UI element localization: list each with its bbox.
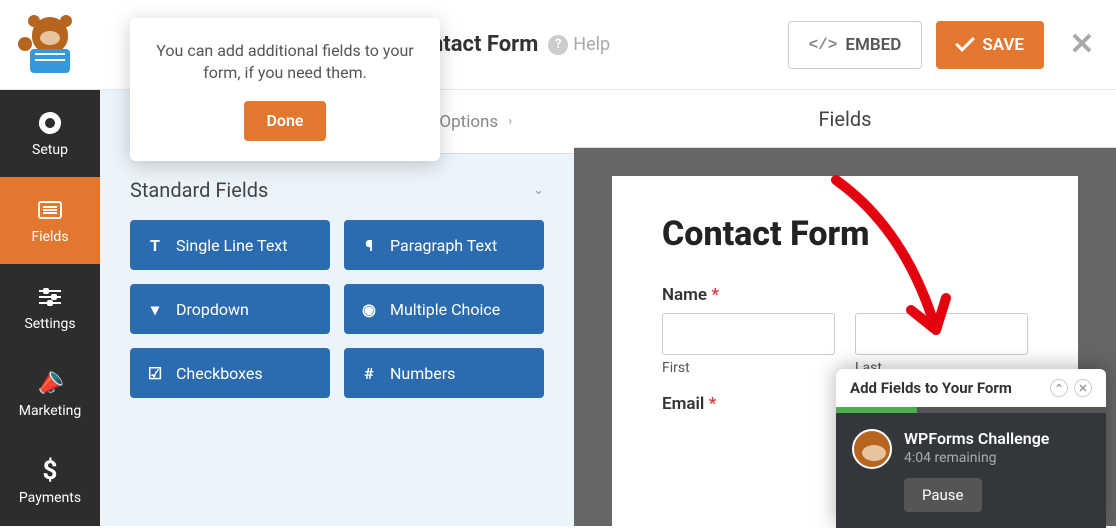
challenge-avatar <box>852 429 892 469</box>
sidebar-item-setup[interactable]: Setup <box>0 90 100 177</box>
save-button[interactable]: SAVE <box>936 21 1044 69</box>
challenge-title: WPForms Challenge <box>904 429 1049 448</box>
minimize-icon[interactable]: ⌃ <box>1050 379 1068 397</box>
field-paragraph-text[interactable]: ¶Paragraph Text <box>344 220 544 270</box>
first-sublabel: First <box>662 360 835 376</box>
embed-icon: </> <box>809 36 838 54</box>
last-name-input[interactable] <box>855 313 1028 355</box>
field-buttons: TSingle Line Text ¶Paragraph Text ▾Dropd… <box>100 220 574 398</box>
sidebar-item-marketing[interactable]: 📣 Marketing <box>0 351 100 438</box>
first-name-input[interactable] <box>662 313 835 355</box>
sidebar-item-payments[interactable]: $ Payments <box>0 438 100 525</box>
form-title[interactable]: Contact Form <box>662 216 1028 253</box>
chevron-down-icon: ⌄ <box>533 183 544 198</box>
sliders-icon <box>37 284 63 310</box>
gear-icon <box>37 110 63 136</box>
megaphone-icon: 📣 <box>33 367 66 400</box>
header-actions: </> EMBED SAVE ✕ <box>788 21 1116 69</box>
field-checkboxes[interactable]: ☑Checkboxes <box>130 348 330 398</box>
fields-icon <box>37 197 63 223</box>
sidebar: Setup Fields Settings 📣 Marketing $ Paym… <box>0 90 100 526</box>
help-link[interactable]: ? Help <box>548 34 610 55</box>
challenge-time: 4:04 remaining <box>904 450 1049 466</box>
close-challenge-icon[interactable]: ✕ <box>1074 379 1092 397</box>
field-multiple-choice[interactable]: ◉Multiple Choice <box>344 284 544 334</box>
pause-button[interactable]: Pause <box>904 478 982 512</box>
hash-icon: # <box>360 364 378 383</box>
check-icon <box>955 32 975 52</box>
done-button[interactable]: Done <box>244 101 325 141</box>
field-dropdown[interactable]: ▾Dropdown <box>130 284 330 334</box>
text-icon: T <box>146 236 164 255</box>
sidebar-item-fields[interactable]: Fields <box>0 177 100 264</box>
field-numbers[interactable]: #Numbers <box>344 348 544 398</box>
checkbox-icon: ☑ <box>146 364 164 383</box>
dollar-icon: $ <box>37 458 63 484</box>
chevron-right-icon: › <box>508 114 512 129</box>
sidebar-item-settings[interactable]: Settings <box>0 264 100 351</box>
help-icon: ? <box>548 35 568 55</box>
close-button[interactable]: ✕ <box>1068 31 1096 59</box>
paragraph-icon: ¶ <box>360 236 378 255</box>
tooltip-text: You can add additional fields to your fo… <box>150 40 420 85</box>
wpforms-logo <box>0 17 100 73</box>
embed-button[interactable]: </> EMBED <box>788 21 923 69</box>
dropdown-icon: ▾ <box>146 300 164 319</box>
radio-icon: ◉ <box>360 300 378 319</box>
section-standard-fields[interactable]: Standard Fields ⌄ <box>100 154 574 220</box>
challenge-widget: Add Fields to Your Form ⌃ ✕ WPForms Chal… <box>836 369 1106 528</box>
challenge-header[interactable]: Add Fields to Your Form ⌃ ✕ <box>836 369 1106 407</box>
name-label: Name * <box>662 285 1028 305</box>
preview-header: Fields <box>574 90 1116 148</box>
field-single-line-text[interactable]: TSingle Line Text <box>130 220 330 270</box>
tour-tooltip: You can add additional fields to your fo… <box>130 18 440 161</box>
